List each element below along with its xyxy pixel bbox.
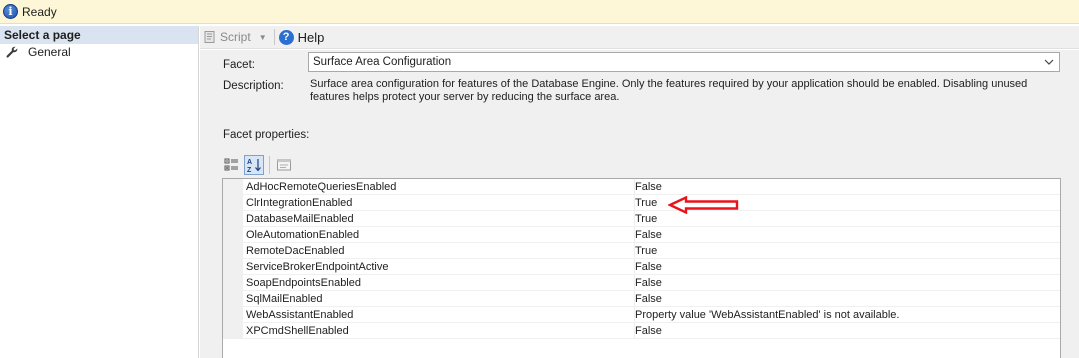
help-icon: ?: [278, 29, 294, 45]
row-gutter: [223, 259, 243, 274]
property-value[interactable]: Property value 'WebAssistantEnabled' is …: [635, 307, 1060, 322]
general-page-content: Facet: Surface Area Configuration Descri…: [200, 50, 1079, 358]
row-gutter: [223, 227, 243, 242]
property-name: OleAutomationEnabled: [243, 227, 635, 242]
facet-properties-grid: AdHocRemoteQueriesEnabled False ClrIntegra…: [222, 178, 1061, 358]
property-row[interactable]: AdHocRemoteQueriesEnabled False: [223, 179, 1060, 195]
property-row[interactable]: XPCmdShellEnabled False: [223, 323, 1060, 339]
toolbar: Script ▼ ? Help: [200, 26, 1079, 49]
row-gutter: [223, 195, 243, 210]
categorized-button[interactable]: [222, 155, 242, 175]
property-name: XPCmdShellEnabled: [243, 323, 635, 338]
description-label: Description:: [223, 80, 284, 92]
select-page-header: Select a page: [0, 26, 198, 44]
select-page-pane: Select a page General: [0, 26, 199, 358]
alphabetical-button[interactable]: A Z: [244, 155, 264, 175]
property-row[interactable]: RemoteDacEnabled True: [223, 243, 1060, 259]
svg-text:A: A: [247, 159, 252, 166]
property-row[interactable]: WebAssistantEnabled Property value 'WebAs…: [223, 307, 1060, 323]
categorized-icon: [224, 158, 238, 171]
help-button[interactable]: ? Help: [278, 28, 325, 46]
red-arrow-annotation: [668, 196, 739, 214]
page-item-general[interactable]: General: [0, 44, 198, 60]
sort-alphabetical-icon: A Z: [247, 159, 261, 173]
property-pages-icon: [277, 159, 291, 171]
property-value[interactable]: True: [635, 243, 1060, 258]
property-grid-toolbar: A Z: [222, 154, 296, 176]
facet-properties-label: Facet properties:: [223, 129, 310, 141]
property-name: RemoteDacEnabled: [243, 243, 635, 258]
toolbar-separator: [273, 29, 275, 45]
property-value[interactable]: False: [635, 275, 1060, 290]
svg-text:Z: Z: [247, 167, 252, 173]
property-value[interactable]: False: [635, 179, 1060, 194]
page-item-label: General: [28, 45, 71, 59]
property-value[interactable]: False: [635, 227, 1060, 242]
status-bar: i Ready: [0, 0, 1079, 24]
help-label: Help: [297, 29, 325, 45]
property-value[interactable]: False: [635, 259, 1060, 274]
row-gutter: [223, 179, 243, 194]
wrench-icon: [6, 46, 18, 58]
script-button[interactable]: Script: [203, 28, 251, 46]
property-row[interactable]: SoapEndpointsEnabled False: [223, 275, 1060, 291]
property-row[interactable]: DatabaseMailEnabled True: [223, 211, 1060, 227]
facet-select[interactable]: Surface Area Configuration: [308, 52, 1060, 72]
property-name: ClrIntegrationEnabled: [243, 195, 635, 210]
status-text: Ready: [22, 4, 57, 19]
grid-toolbar-separator: [269, 156, 270, 174]
description-text: Surface area configuration for features …: [310, 78, 1028, 103]
property-name: DatabaseMailEnabled: [243, 211, 635, 226]
property-value[interactable]: False: [635, 323, 1060, 338]
row-gutter: [223, 243, 243, 258]
property-name: SqlMailEnabled: [243, 291, 635, 306]
property-pages-button[interactable]: [274, 155, 294, 175]
row-gutter: [223, 307, 243, 322]
property-row[interactable]: ServiceBrokerEndpointActive False: [223, 259, 1060, 275]
property-row[interactable]: OleAutomationEnabled False: [223, 227, 1060, 243]
row-gutter: [223, 211, 243, 226]
facet-select-value: Surface Area Configuration: [313, 56, 452, 68]
property-row[interactable]: SqlMailEnabled False: [223, 291, 1060, 307]
info-icon: i: [3, 4, 18, 19]
property-name: SoapEndpointsEnabled: [243, 275, 635, 290]
script-label: Script: [220, 30, 251, 44]
property-row[interactable]: ClrIntegrationEnabled True: [223, 195, 1060, 211]
property-name: ServiceBrokerEndpointActive: [243, 259, 635, 274]
row-gutter: [223, 323, 243, 338]
facet-label: Facet:: [223, 59, 255, 71]
script-icon: [204, 31, 215, 43]
script-dropdown-icon[interactable]: ▼: [259, 33, 267, 42]
row-gutter: [223, 291, 243, 306]
row-gutter: [223, 275, 243, 290]
property-name: WebAssistantEnabled: [243, 307, 635, 322]
property-value[interactable]: False: [635, 291, 1060, 306]
chevron-down-icon: [1044, 59, 1054, 65]
property-name: AdHocRemoteQueriesEnabled: [243, 179, 635, 194]
